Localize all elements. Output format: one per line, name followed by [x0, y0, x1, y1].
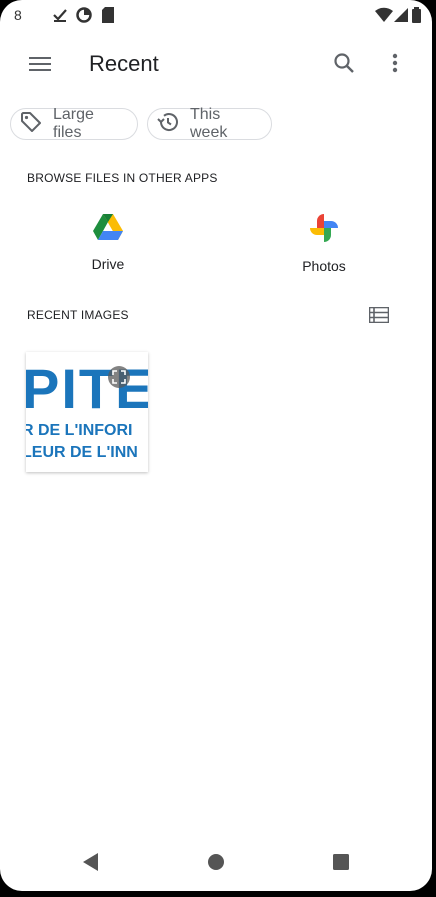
back-icon[interactable]: [82, 852, 100, 877]
app-label-photos: Photos: [302, 258, 346, 274]
history-icon: [156, 110, 190, 139]
thumb-text-line1: R DE L'INFORI: [26, 422, 133, 439]
chip-large-files[interactable]: Large files: [10, 106, 138, 141]
navigation-bar: [0, 836, 432, 891]
home-icon[interactable]: [207, 852, 225, 877]
thumb-text-line2: LEUR DE L'INN: [26, 444, 138, 461]
app-tile-drive[interactable]: Drive: [58, 213, 158, 272]
battery-icon: [412, 7, 421, 28]
list-view-icon[interactable]: [365, 302, 393, 328]
google-photos-icon: [309, 214, 339, 247]
chip-label: This week: [190, 106, 228, 141]
status-time: 8: [14, 7, 22, 23]
signal-icon: [394, 7, 408, 28]
google-drive-icon: [93, 214, 123, 245]
chip-this-week[interactable]: This week: [147, 106, 272, 141]
check-icon: [52, 7, 68, 28]
page-title: Recent: [89, 51, 159, 76]
thumb-text-main: PITEC: [26, 357, 148, 420]
app-bar: Recent: [0, 30, 432, 98]
tag-icon: [19, 110, 53, 139]
menu-icon[interactable]: [20, 44, 60, 84]
phone-screen: 8 Recent Large files This week BROWSE FI…: [0, 0, 432, 891]
expand-icon[interactable]: [108, 366, 130, 388]
sd-card-icon: [102, 7, 114, 28]
browse-section-label: BROWSE FILES IN OTHER APPS: [27, 171, 218, 185]
more-vert-icon[interactable]: [375, 43, 415, 83]
status-bar: 8: [0, 0, 432, 30]
recents-icon[interactable]: [332, 852, 350, 877]
search-icon[interactable]: [324, 43, 364, 83]
wifi-icon: [375, 7, 393, 28]
chip-label: Large files: [53, 106, 94, 141]
recent-images-label: RECENT IMAGES: [27, 308, 129, 322]
app-label-drive: Drive: [91, 256, 125, 272]
data-saver-icon: [76, 7, 92, 28]
app-tile-photos[interactable]: Photos: [274, 213, 374, 274]
recent-image-thumbnail[interactable]: PITEC R DE L'INFORI LEUR DE L'INN: [26, 352, 148, 472]
